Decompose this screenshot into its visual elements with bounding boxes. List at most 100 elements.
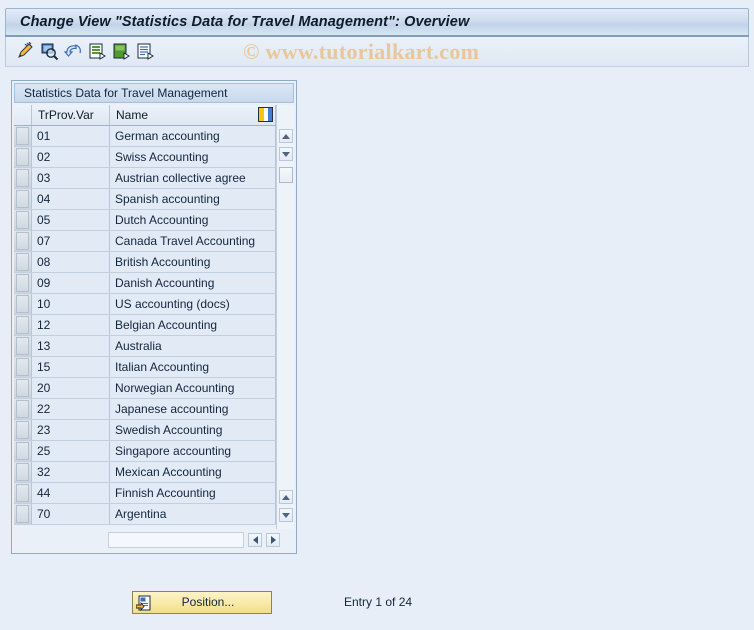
row-select-button[interactable] — [14, 168, 32, 188]
cell-name[interactable]: German accounting — [110, 126, 276, 146]
undo-icon[interactable] — [62, 41, 84, 63]
table-row[interactable]: 23 Swedish Accounting — [14, 420, 276, 441]
cell-trprov-var[interactable]: 03 — [32, 168, 110, 188]
row-select-button[interactable] — [14, 189, 32, 209]
cell-trprov-var[interactable]: 04 — [32, 189, 110, 209]
cell-trprov-var[interactable]: 20 — [32, 378, 110, 398]
table-row[interactable]: 15 Italian Accounting — [14, 357, 276, 378]
table-row[interactable]: 44 Finnish Accounting — [14, 483, 276, 504]
statistics-data-panel: Statistics Data for Travel Management Tr… — [11, 80, 297, 554]
row-select-button[interactable] — [14, 210, 32, 230]
cell-trprov-var[interactable]: 13 — [32, 336, 110, 356]
hscroll-track[interactable] — [108, 532, 244, 548]
table-row[interactable]: 10 US accounting (docs) — [14, 294, 276, 315]
row-select-button[interactable] — [14, 252, 32, 272]
table-row[interactable]: 04 Spanish accounting — [14, 189, 276, 210]
table-row[interactable]: 05 Dutch Accounting — [14, 210, 276, 231]
table-row[interactable]: 02 Swiss Accounting — [14, 147, 276, 168]
select-all-cell[interactable] — [14, 105, 32, 125]
table-row[interactable]: 03 Austrian collective agree — [14, 168, 276, 189]
row-select-button[interactable] — [14, 315, 32, 335]
cell-trprov-var[interactable]: 02 — [32, 147, 110, 167]
cell-name[interactable]: Canada Travel Accounting — [110, 231, 276, 251]
row-select-button[interactable] — [14, 147, 32, 167]
cell-trprov-var[interactable]: 22 — [32, 399, 110, 419]
cell-name[interactable]: US accounting (docs) — [110, 294, 276, 314]
row-select-button[interactable] — [14, 378, 32, 398]
cell-trprov-var[interactable]: 09 — [32, 273, 110, 293]
scroll-page-up-button[interactable] — [279, 490, 293, 504]
row-select-button[interactable] — [14, 420, 32, 440]
cell-trprov-var[interactable]: 08 — [32, 252, 110, 272]
row-select-button[interactable] — [14, 273, 32, 293]
table-row[interactable]: 07 Canada Travel Accounting — [14, 231, 276, 252]
table-row[interactable]: 13 Australia — [14, 336, 276, 357]
cell-name[interactable]: Mexican Accounting — [110, 462, 276, 482]
cell-trprov-var[interactable]: 10 — [32, 294, 110, 314]
cell-name[interactable]: Austrian collective agree — [110, 168, 276, 188]
cell-name[interactable]: Swiss Accounting — [110, 147, 276, 167]
row-select-button[interactable] — [14, 399, 32, 419]
table-row[interactable]: 70 Argentina — [14, 504, 276, 525]
cell-trprov-var[interactable]: 70 — [32, 504, 110, 524]
row-select-button[interactable] — [14, 504, 32, 524]
cell-trprov-var[interactable]: 01 — [32, 126, 110, 146]
row-select-button[interactable] — [14, 462, 32, 482]
column-header-trprov-var[interactable]: TrProv.Var — [32, 105, 110, 125]
cell-trprov-var[interactable]: 05 — [32, 210, 110, 230]
row-select-button[interactable] — [14, 231, 32, 251]
table-row[interactable]: 12 Belgian Accounting — [14, 315, 276, 336]
position-button[interactable]: Position... — [132, 590, 272, 614]
new-entries-icon[interactable] — [86, 41, 108, 63]
table-row[interactable]: 32 Mexican Accounting — [14, 462, 276, 483]
scroll-down-button[interactable] — [279, 147, 293, 161]
display-change-icon[interactable] — [14, 41, 36, 63]
table-horizontal-scrollbar[interactable] — [14, 531, 294, 549]
cell-name[interactable]: Spanish accounting — [110, 189, 276, 209]
details-icon[interactable] — [134, 41, 156, 63]
cell-trprov-var[interactable]: 23 — [32, 420, 110, 440]
table-row[interactable]: 08 British Accounting — [14, 252, 276, 273]
scroll-page-down-button[interactable] — [279, 508, 293, 522]
scroll-up-button[interactable] — [279, 129, 293, 143]
row-select-button[interactable] — [14, 441, 32, 461]
row-select-button[interactable] — [14, 483, 32, 503]
cell-name[interactable]: Italian Accounting — [110, 357, 276, 377]
copy-as-icon[interactable] — [110, 41, 132, 63]
cell-name[interactable]: Argentina — [110, 504, 276, 524]
check-entries-icon[interactable] — [38, 41, 60, 63]
row-select-button[interactable] — [14, 336, 32, 356]
table-row[interactable]: 20 Norwegian Accounting — [14, 378, 276, 399]
scroll-thumb[interactable] — [279, 167, 293, 183]
cell-trprov-var[interactable]: 25 — [32, 441, 110, 461]
table-header-row: TrProv.Var Name — [14, 105, 276, 126]
row-select-button[interactable] — [14, 294, 32, 314]
cell-name[interactable]: Finnish Accounting — [110, 483, 276, 503]
cell-trprov-var[interactable]: 15 — [32, 357, 110, 377]
cell-name[interactable]: Swedish Accounting — [110, 420, 276, 440]
cell-name[interactable]: Singapore accounting — [110, 441, 276, 461]
cell-trprov-var[interactable]: 07 — [32, 231, 110, 251]
table-row[interactable]: 25 Singapore accounting — [14, 441, 276, 462]
row-select-button[interactable] — [14, 357, 32, 377]
table-row[interactable]: 01 German accounting — [14, 126, 276, 147]
cell-trprov-var[interactable]: 44 — [32, 483, 110, 503]
cell-name[interactable]: Danish Accounting — [110, 273, 276, 293]
table-settings-icon[interactable] — [258, 107, 273, 122]
hscroll-left-button[interactable] — [248, 533, 262, 547]
table-vertical-scrollbar[interactable] — [276, 105, 294, 529]
cell-name[interactable]: Norwegian Accounting — [110, 378, 276, 398]
table-row[interactable]: 22 Japanese accounting — [14, 399, 276, 420]
cell-name[interactable]: Japanese accounting — [110, 399, 276, 419]
cell-trprov-var[interactable]: 12 — [32, 315, 110, 335]
position-button-label: Position... — [181, 595, 235, 609]
cell-name[interactable]: Australia — [110, 336, 276, 356]
cell-trprov-var[interactable]: 32 — [32, 462, 110, 482]
row-select-button[interactable] — [14, 126, 32, 146]
cell-name[interactable]: Dutch Accounting — [110, 210, 276, 230]
hscroll-right-button[interactable] — [266, 533, 280, 547]
column-header-name[interactable]: Name — [110, 105, 276, 125]
cell-name[interactable]: Belgian Accounting — [110, 315, 276, 335]
table-row[interactable]: 09 Danish Accounting — [14, 273, 276, 294]
cell-name[interactable]: British Accounting — [110, 252, 276, 272]
